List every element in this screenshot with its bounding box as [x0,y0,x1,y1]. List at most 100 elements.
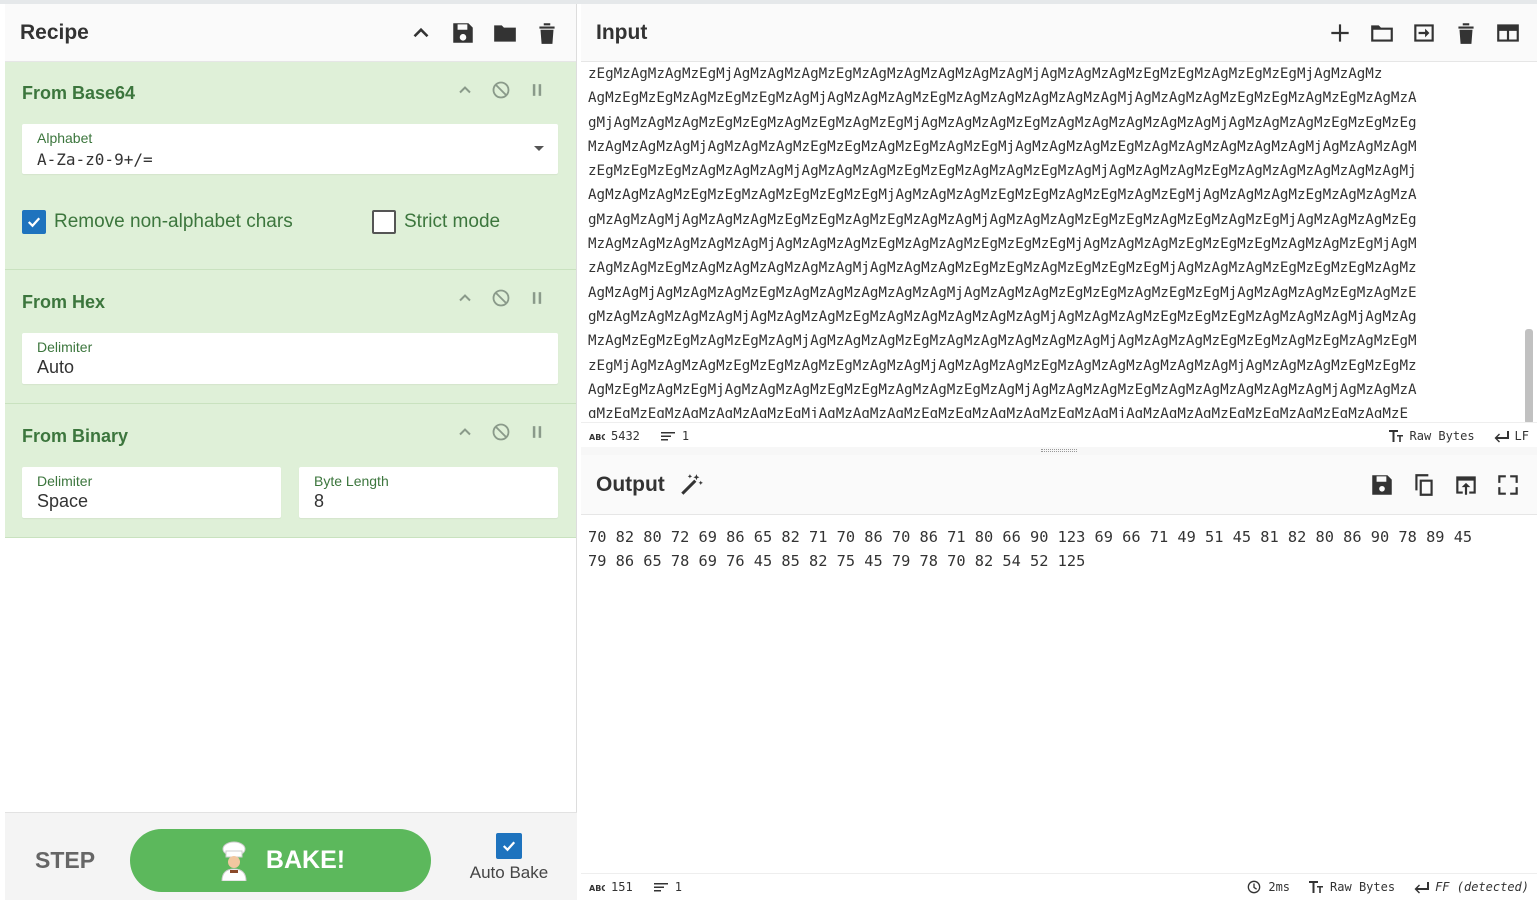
binary-delimiter-field[interactable]: Delimiter Space [22,467,281,518]
text-line: AgMzEgMzEgMzAgMzEgMzEgMzAgMjAgMzAgMzAgMz… [588,90,1417,107]
return-arrow-icon [1494,431,1509,443]
save-icon[interactable] [449,19,477,47]
disable-icon[interactable] [490,421,512,443]
text-line: gMzEgMzEgMzAgMzAgMzAgMzEgMjAgMzAgMzAgMzE… [588,406,1408,418]
pause-icon[interactable] [526,79,548,101]
input-lines-count: 1 [660,429,689,443]
trash-icon[interactable] [1452,19,1480,47]
strict-mode-checkbox[interactable]: Strict mode [372,210,500,234]
delimiter-label: Delimiter [37,473,93,489]
lines-icon [653,883,668,892]
auto-bake-checkbox[interactable]: Auto Bake [467,833,551,883]
step-button[interactable]: STEP [35,847,95,874]
remove-nonalpha-label: Remove non-alphabet chars [54,211,293,232]
check-icon [496,833,522,859]
output-encoding[interactable]: Raw Bytes [1308,880,1395,894]
disable-icon[interactable] [490,287,512,309]
byte-length-value: 8 [314,491,325,511]
checkbox-empty-icon [372,210,396,234]
text-format-icon [1388,430,1403,442]
strict-mode-label: Strict mode [404,211,501,232]
input-length: ABC 5432 [589,429,640,443]
text-line: 79 86 65 78 69 76 45 85 82 75 45 79 78 7… [588,552,1086,570]
pause-icon[interactable] [526,287,548,309]
chevron-up-icon[interactable] [454,79,476,101]
text-line: gMjAgMzAgMzAgMzEgMzEgMzAgMzEgMzAgMzEgMjA… [588,114,1417,131]
alphabet-label: Alphabet [37,130,93,146]
recipe-title: Recipe [20,20,89,44]
bake-time: 2ms [1246,880,1290,894]
operation-title: From Base64 [22,83,136,103]
recipe-panel: Recipe From Base64 Alphabet A-Za-z0-9+/=… [5,4,577,900]
magic-wand-icon[interactable] [677,471,705,499]
abc-icon: ABC [589,433,605,442]
input-panel: Input zEgMzAgMzAgMzEgMjAgMzAgMzAgMzEgMzA… [581,4,1537,449]
fullscreen-icon[interactable] [1494,471,1522,499]
byte-length-field[interactable]: Byte Length 8 [299,467,558,518]
open-file-icon[interactable] [1410,19,1438,47]
layout-icon[interactable] [1494,19,1522,47]
bake-button[interactable]: BAKE! [130,829,431,892]
chevron-up-icon[interactable] [454,287,476,309]
input-header: Input [581,4,1537,62]
output-statusbar: ABC 151 1 2ms Raw Bytes FF (detected) [581,873,1537,900]
input-eol[interactable]: LF [1493,429,1529,443]
auto-bake-label: Auto Bake [469,863,549,882]
output-length: ABC 151 [589,880,633,894]
chevron-up-icon[interactable] [407,19,435,47]
delimiter-value: Space [37,491,89,511]
operation-from-binary[interactable]: From Binary Delimiter Space Byte Length … [5,404,576,538]
recipe-header: Recipe [5,4,576,62]
text-format-icon [1309,881,1324,893]
text-line: 70 82 80 72 69 86 65 82 71 70 86 70 86 7… [588,528,1473,546]
operation-title: From Hex [22,292,106,312]
byte-length-label: Byte Length [314,473,389,489]
output-textarea[interactable]: 70 82 80 72 69 86 65 82 71 70 86 70 86 7… [588,525,1528,573]
copy-icon[interactable] [1410,471,1438,499]
input-statusbar: ABC 5432 1 Raw Bytes LF [581,422,1537,449]
lines-icon [660,432,675,441]
output-lines-count: 1 [653,880,682,894]
alphabet-value: A-Za-z0-9+/= [37,150,153,169]
svg-text:ABC: ABC [589,433,605,442]
text-line: zEgMjAgMzAgMzAgMzEgMzEgMzAgMzEgMzAgMzAgM… [588,357,1417,374]
check-icon [22,210,46,234]
panel-resize-handle[interactable] [581,447,1537,455]
text-line: zEgMzEgMzEgMzAgMzAgMzAgMjAgMzAgMzAgMzEgM… [588,163,1417,180]
text-line: AgMzAgMzAgMzEgMzEgMzAgMzEgMzEgMzEgMjAgMz… [588,187,1417,204]
plus-icon[interactable] [1326,19,1354,47]
recipe-footer: STEP BAKE! Auto Bake [5,812,577,900]
text-line: gMzAgMzAgMzAgMzAgMjAgMzAgMzAgMzEgMzAgMzA… [588,308,1417,325]
svg-text:ABC: ABC [589,884,605,893]
alphabet-select[interactable]: Alphabet A-Za-z0-9+/= [22,124,558,174]
input-scrollbar[interactable] [1525,329,1533,424]
delimiter-label: Delimiter [37,339,93,355]
operation-from-base64[interactable]: From Base64 Alphabet A-Za-z0-9+/= Remove… [5,62,576,270]
text-line: AgMzEgMzAgMzEgMjAgMzAgMzAgMzEgMzEgMzAgMz… [588,381,1417,398]
input-textarea[interactable]: zEgMzAgMzAgMzEgMjAgMzAgMzAgMzEgMzAgMzAgM… [588,62,1523,418]
remove-nonalpha-checkbox[interactable]: Remove non-alphabet chars [22,210,293,234]
abc-icon: ABC [589,884,605,893]
text-line: MzAgMzAgMzAgMjAgMzAgMzAgMzEgMzEgMzAgMzEg… [588,138,1417,155]
operation-from-hex[interactable]: From Hex Delimiter Auto [5,270,576,404]
output-title: Output [596,472,665,496]
folder-icon[interactable] [491,19,519,47]
pause-icon[interactable] [526,421,548,443]
open-folder-icon[interactable] [1368,19,1396,47]
text-line: MzAgMzEgMzEgMzAgMzEgMzAgMjAgMzAgMzAgMzEg… [588,333,1417,350]
text-line: gMzAgMzAgMjAgMzAgMzAgMzEgMzEgMzAgMzEgMzA… [588,211,1417,228]
output-eol[interactable]: FF (detected) [1413,880,1529,894]
input-title: Input [596,20,648,44]
output-panel: Output 70 82 80 72 69 86 65 82 71 70 86 … [581,455,1537,900]
return-arrow-icon [1414,882,1430,894]
clock-icon [1248,880,1261,894]
text-line: AgMzAgMjAgMzAgMzAgMzEgMzAgMzAgMzAgMzAgMz… [588,284,1417,301]
operation-title: From Binary [22,426,129,446]
hex-delimiter-field[interactable]: Delimiter Auto [22,333,558,384]
disable-icon[interactable] [490,79,512,101]
trash-icon[interactable] [533,19,561,47]
chevron-up-icon[interactable] [454,421,476,443]
save-icon[interactable] [1368,471,1396,499]
input-encoding[interactable]: Raw Bytes [1388,429,1475,443]
replace-input-icon[interactable] [1452,471,1480,499]
